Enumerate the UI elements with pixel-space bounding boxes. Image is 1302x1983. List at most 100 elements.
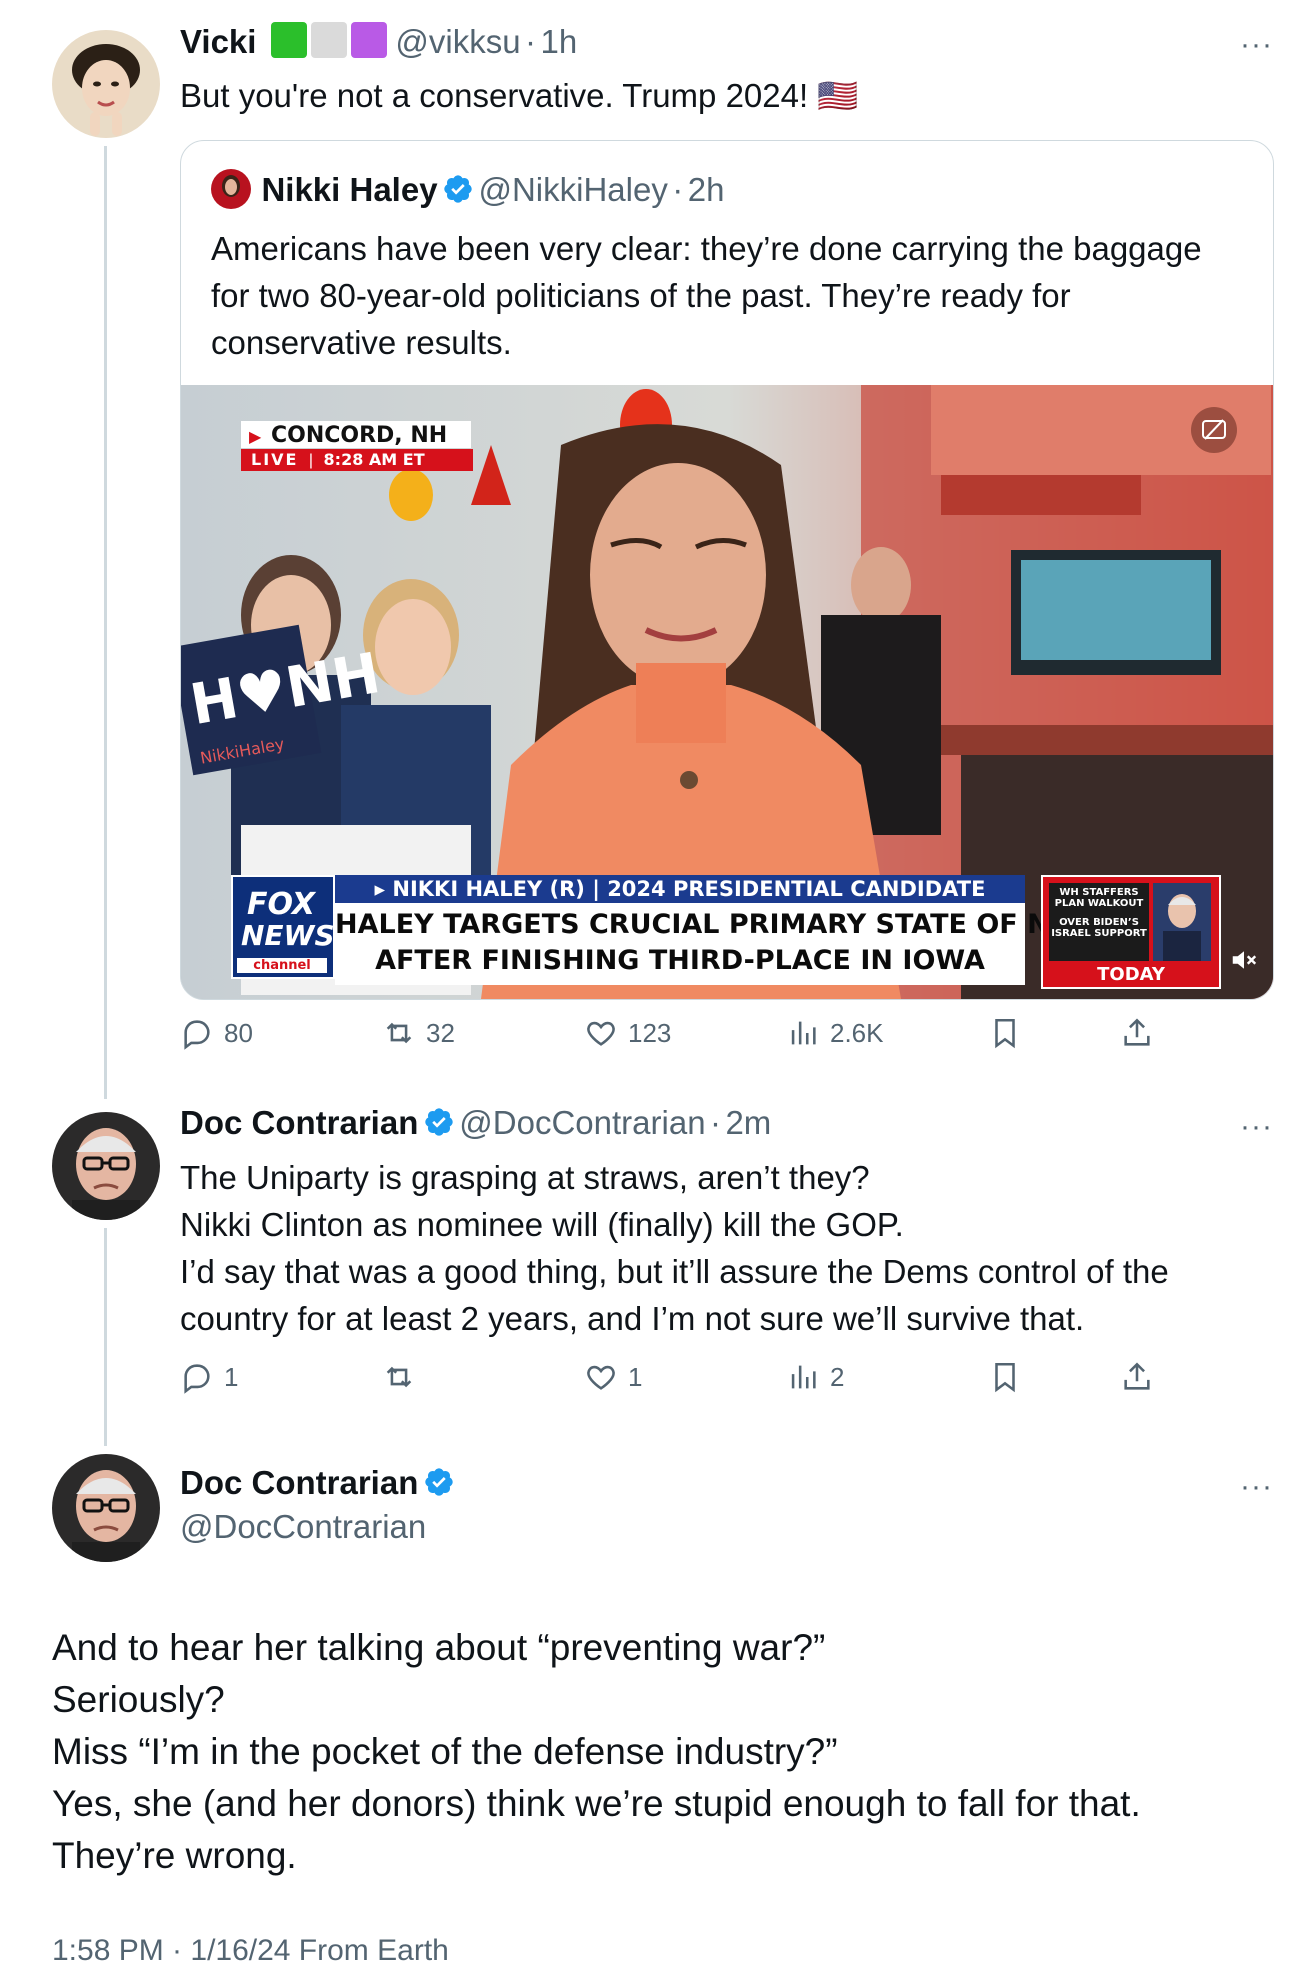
- side-box-today: TODAY: [1097, 964, 1165, 985]
- reply-count: 1: [224, 1361, 239, 1392]
- verified-badge-icon: [444, 175, 472, 203]
- quote-name: Nikki Haley: [261, 171, 438, 208]
- main-name-row: Doc Contrarian: [180, 1464, 455, 1502]
- quote-text-line: Americans have been very clear: they’re …: [211, 230, 1202, 267]
- reply2-text-line: The Uniparty is grasping at straws, aren…: [180, 1159, 870, 1196]
- views-button[interactable]: 2: [786, 1360, 844, 1394]
- bookmark-button[interactable]: [988, 1360, 1022, 1394]
- views-button[interactable]: 2.6K: [786, 1016, 884, 1050]
- verified-badge-icon: [425, 1468, 453, 1496]
- reply-icon: [184, 1020, 210, 1050]
- captions-icon[interactable]: [1191, 407, 1237, 453]
- live-badge: LIVE | 8:28 AM ET: [241, 449, 473, 471]
- main-handle[interactable]: @DocContrarian: [180, 1508, 426, 1546]
- avatar-vicki[interactable]: [52, 30, 160, 138]
- reply1-time[interactable]: 1h: [540, 23, 577, 60]
- main-tweet-text: And to hear her talking about “preventin…: [52, 1622, 1272, 1882]
- main-text-line: Seriously?: [52, 1679, 225, 1720]
- reply2-text-line: Nikki Clinton as nominee will (finally) …: [180, 1206, 904, 1243]
- side-box-line: PLAN WALKOUT: [1054, 898, 1144, 909]
- views-count: 2.6K: [830, 1017, 884, 1048]
- repost-button[interactable]: 32: [382, 1016, 455, 1050]
- quote-time: 2h: [687, 171, 725, 208]
- video-player[interactable]: H♥NH NikkiHaley ▶ CONCORD, NH LIVE | 8:2…: [181, 385, 1273, 999]
- bookmark-icon: [995, 1362, 1015, 1393]
- reply2-name[interactable]: Doc Contrarian: [180, 1104, 418, 1141]
- chyron-top-bar: ▸ NIKKI HALEY (R) | 2024 PRESIDENTIAL CA…: [335, 875, 1025, 903]
- live-location-bug: ▶ CONCORD, NH: [241, 421, 471, 448]
- avatar-doc-contrarian-main[interactable]: [52, 1454, 160, 1562]
- reply2-text-line: I’d say that was a good thing, but it’ll…: [180, 1253, 1169, 1290]
- bookmark-button[interactable]: [988, 1016, 1022, 1050]
- chyron-headline-line: AFTER FINISHING THIRD-PLACE IN IOWA: [375, 945, 985, 976]
- side-box-line: ISRAEL SUPPORT: [1051, 928, 1147, 939]
- side-box-line: OVER BIDEN’S: [1059, 917, 1139, 928]
- fox-logo-line: NEWS: [241, 919, 335, 952]
- reply-button[interactable]: 80: [180, 1016, 253, 1050]
- fox-news-logo: FOX NEWS channel: [231, 875, 335, 979]
- chyron-side-box: WH STAFFERS PLAN WALKOUT OVER BIDEN’S IS…: [1041, 875, 1221, 989]
- fox-logo-line: FOX: [247, 887, 316, 922]
- bookmark-icon: [995, 1018, 1015, 1049]
- reply2-text: The Uniparty is grasping at straws, aren…: [180, 1154, 1280, 1342]
- repost-icon: [386, 1022, 412, 1044]
- share-icon: [1124, 1362, 1150, 1390]
- repost-count: 32: [426, 1017, 455, 1048]
- like-count: 1: [628, 1361, 643, 1392]
- reply1-name[interactable]: Vicki: [180, 23, 256, 60]
- reply2-time[interactable]: 2m: [725, 1104, 771, 1141]
- views-icon: [791, 1365, 816, 1389]
- avatar-doc-contrarian[interactable]: [52, 1112, 160, 1220]
- more-options-icon[interactable]: ···: [1240, 1110, 1273, 1144]
- repost-icon: [386, 1366, 412, 1388]
- live-label: LIVE: [251, 450, 299, 469]
- share-button[interactable]: [1120, 1016, 1154, 1050]
- repost-button[interactable]: [382, 1360, 426, 1394]
- main-text-line: They’re wrong.: [52, 1835, 297, 1876]
- main-text-line: Yes, she (and her donors) think we’re st…: [52, 1783, 1141, 1824]
- main-name[interactable]: Doc Contrarian: [180, 1464, 418, 1501]
- quote-text: Americans have been very clear: they’re …: [211, 225, 1261, 366]
- quote-text-line: for two 80-year-old politicians of the p…: [211, 277, 1071, 314]
- reply2-handle[interactable]: @DocContrarian: [459, 1104, 705, 1141]
- share-button[interactable]: [1120, 1360, 1154, 1394]
- heart-icon: [587, 1365, 615, 1390]
- separator-dot: ·: [672, 171, 684, 208]
- reply2-header: Doc Contrarian @DocContrarian · 2m: [180, 1104, 771, 1142]
- chyron-subtitle: ▸ NIKKI HALEY (R) | 2024 PRESIDENTIAL CA…: [374, 877, 986, 901]
- quoted-tweet-card[interactable]: Nikki Haley @NikkiHaley · 2h Americans h…: [180, 140, 1274, 1000]
- avatar-nikki-haley: [211, 169, 251, 209]
- reply1-header: Vicki @vikksu · 1h: [180, 22, 577, 61]
- separator-dot: ·: [710, 1104, 721, 1141]
- heart-icon: [587, 1021, 615, 1046]
- reply-button[interactable]: 1: [180, 1360, 238, 1394]
- chyron-headline: HALEY TARGETS CRUCIAL PRIMARY STATE OF N…: [335, 903, 1073, 985]
- mute-icon[interactable]: [1229, 945, 1259, 980]
- thread-line-2: [104, 1228, 107, 1446]
- tweet-timestamp[interactable]: 1:58 PM · 1/16/24 From Earth: [52, 1934, 449, 1968]
- side-box-line: WH STAFFERS: [1059, 887, 1139, 898]
- more-options-icon[interactable]: ···: [1240, 1470, 1273, 1504]
- emoji-squares-icon: [270, 22, 395, 58]
- video-location: CONCORD, NH: [271, 423, 448, 448]
- share-icon: [1124, 1018, 1150, 1046]
- verified-badge-icon: [425, 1108, 453, 1136]
- thread-line-1: [104, 146, 107, 1099]
- like-count: 123: [628, 1017, 672, 1048]
- views-count: 2: [830, 1361, 845, 1392]
- main-text-line: Miss “I’m in the pocket of the defense i…: [52, 1731, 838, 1772]
- fox-logo-channel: channel: [237, 958, 327, 973]
- reply1-text: But you're not a conservative. Trump 202…: [180, 77, 859, 114]
- quote-text-line: conservative results.: [211, 324, 512, 361]
- separator-dot: ·: [525, 23, 537, 60]
- like-button[interactable]: 1: [584, 1360, 642, 1394]
- more-options-icon[interactable]: ···: [1240, 28, 1273, 62]
- quote-header: Nikki Haley @NikkiHaley · 2h: [211, 169, 724, 209]
- reply2-text-line: country for at least 2 years, and I’m no…: [180, 1300, 1085, 1337]
- reply1-handle[interactable]: @vikksu: [395, 23, 520, 60]
- main-text-line: And to hear her talking about “preventin…: [52, 1627, 826, 1668]
- chyron-headline-line: HALEY TARGETS CRUCIAL PRIMARY STATE OF N…: [335, 909, 1073, 940]
- views-icon: [791, 1021, 816, 1045]
- quote-handle: @NikkiHaley: [478, 171, 668, 208]
- like-button[interactable]: 123: [584, 1016, 671, 1050]
